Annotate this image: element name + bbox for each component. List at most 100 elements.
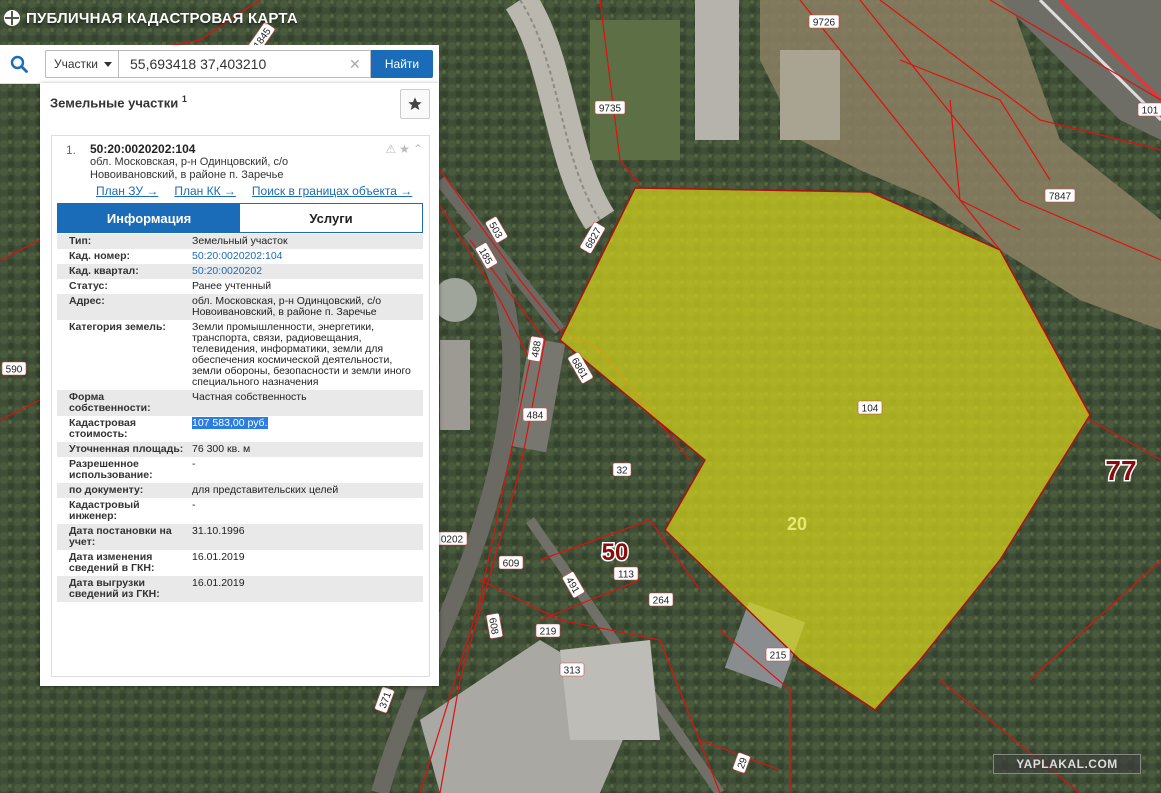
favorites-button[interactable]: [400, 89, 430, 119]
parcel-number-label: 104: [857, 400, 883, 415]
info-table: Тип: Земельный участок Кад. номер: 50:20:00…: [57, 234, 423, 602]
info-row: Дата постановки на учет: 31.10.1996: [57, 524, 423, 550]
info-key: Тип:: [69, 235, 92, 247]
info-key: Форма собственности:: [69, 391, 151, 414]
app-title: ПУБЛИЧНАЯ КАДАСТРОВАЯ КАРТА: [26, 9, 298, 27]
svg-text:7847: 7847: [1049, 192, 1072, 203]
info-value-text: Земельный участок: [192, 235, 288, 247]
parcel-number-label: 9726: [808, 14, 840, 29]
tab-services[interactable]: Услуги: [240, 204, 422, 232]
info-row: Статус: Ранее учтенный: [57, 279, 423, 294]
info-row: Адрес: обл. Московская, р-н Одинцовский, …: [57, 294, 423, 320]
svg-text:264: 264: [653, 596, 670, 607]
chevron-up-icon[interactable]: ⌃: [413, 142, 423, 156]
parcel-number-label: 264: [648, 592, 674, 607]
svg-text:32: 32: [616, 466, 628, 477]
object-type-label: Участки: [54, 57, 98, 71]
info-key: Статус:: [69, 280, 108, 292]
clear-icon[interactable]: ✕: [349, 56, 361, 73]
warning-icon[interactable]: ⚠: [385, 142, 396, 156]
info-value-text: 16.01.2019: [192, 577, 245, 589]
info-value-text: -: [192, 458, 196, 470]
svg-text:219: 219: [540, 627, 557, 638]
info-value: 16.01.2019: [188, 576, 423, 602]
tab-information[interactable]: Информация: [58, 204, 240, 232]
info-key: Категория земель:: [69, 321, 166, 333]
info-key: Кадастровый инженер:: [69, 499, 140, 522]
results-count: 1: [181, 94, 187, 104]
info-value-text[interactable]: 50:20:0020202: [192, 265, 262, 277]
building-tower: [695, 0, 739, 140]
info-value: Земли промышленности, энергетики, трансп…: [188, 320, 423, 390]
svg-text:484: 484: [527, 411, 544, 422]
info-row: Тип: Земельный участок: [57, 234, 423, 249]
region-number-label: 50: [602, 539, 629, 566]
region-number-label: 77: [1105, 455, 1136, 486]
info-value-text: Земли промышленности, энергетики, трансп…: [192, 321, 411, 388]
svg-text:9735: 9735: [599, 104, 622, 115]
result-card[interactable]: 1. 50:20:0020202:104 обл. Московская, р-…: [51, 135, 430, 677]
info-key: Разрешенное использование:: [69, 458, 153, 481]
find-button[interactable]: Найти: [371, 50, 433, 78]
info-row: Дата выгрузки сведений из ГКН: 16.01.2019: [57, 576, 423, 602]
info-row: Уточненная площадь: 76 300 кв. м: [57, 442, 423, 457]
star-icon[interactable]: ★: [399, 142, 410, 156]
svg-text:609: 609: [503, 559, 520, 570]
info-value-text: Ранее учтенный: [192, 280, 272, 292]
parcel-number-label: 113: [613, 566, 639, 581]
info-value: Земельный участок: [188, 234, 423, 249]
svg-text:101: 101: [1142, 106, 1159, 117]
info-key: Дата выгрузки сведений из ГКН:: [69, 577, 160, 600]
object-type-select[interactable]: Участки: [45, 50, 119, 78]
info-tabs: Информация Услуги: [57, 203, 423, 233]
field: [780, 50, 840, 140]
svg-text:9726: 9726: [813, 18, 836, 29]
info-key: Адрес:: [69, 295, 105, 307]
parcel-number-label: 0202: [436, 531, 468, 546]
info-key: Дата изменения сведений в ГКН:: [69, 551, 155, 574]
info-value-text: -: [192, 499, 196, 511]
info-value: 76 300 кв. м: [188, 442, 423, 457]
svg-text:215: 215: [770, 651, 787, 662]
info-value: -: [188, 457, 423, 483]
link-plan-zu[interactable]: План ЗУ →: [96, 184, 158, 198]
info-value-text: 16.01.2019: [192, 551, 245, 563]
parcel-number-label: 215: [765, 647, 791, 662]
kadastr-logo-icon: [4, 10, 20, 26]
info-value-text[interactable]: 50:20:0020202:104: [192, 250, 283, 262]
parcel-number-label: 219: [535, 623, 561, 638]
parcel-number-label: 313: [559, 662, 585, 677]
svg-text:590: 590: [6, 365, 23, 376]
info-value: -: [188, 498, 423, 524]
link-search-bounds[interactable]: Поиск в границах объекта →: [252, 184, 412, 198]
info-row: Кад. номер: 50:20:0020202:104: [57, 249, 423, 264]
result-address: обл. Московская, р-н Одинцовский, с/о Но…: [90, 156, 289, 181]
result-actions: ⚠ ★ ⌃: [385, 142, 423, 156]
info-key: Уточненная площадь:: [69, 443, 184, 455]
info-row: Форма собственности: Частная собственност…: [57, 390, 423, 416]
parcel-number-label: 484: [522, 407, 548, 422]
info-value: Частная собственность: [188, 390, 423, 416]
search-bar: Участки ✕ Найти: [0, 45, 439, 84]
info-value: Ранее учтенный: [188, 279, 423, 294]
svg-text:313: 313: [564, 666, 581, 677]
parcel-number-label: 32: [612, 462, 632, 477]
svg-text:104: 104: [862, 404, 879, 415]
star-icon: [408, 97, 422, 110]
info-value: для представительских целей: [188, 483, 423, 498]
link-plan-kk[interactable]: План КК →: [174, 184, 236, 198]
result-index: 1.: [66, 143, 77, 157]
info-row: Разрешенное использование: -: [57, 457, 423, 483]
lawn: [590, 20, 680, 160]
info-row: Кадастровая стоимость: 107 583,00 руб.: [57, 416, 423, 442]
search-toggle-button[interactable]: [0, 45, 38, 83]
info-row: по документу: для представительских целей: [57, 483, 423, 498]
search-input[interactable]: [119, 50, 371, 78]
info-value-text: для представительских целей: [192, 484, 339, 496]
svg-text:0202: 0202: [441, 535, 464, 546]
info-key: по документу:: [69, 484, 144, 496]
info-value: 31.10.1996: [188, 524, 423, 550]
info-value: 16.01.2019: [188, 550, 423, 576]
info-value: 50:20:0020202:104: [188, 249, 423, 264]
parcel-number-label: 9735: [594, 100, 626, 115]
